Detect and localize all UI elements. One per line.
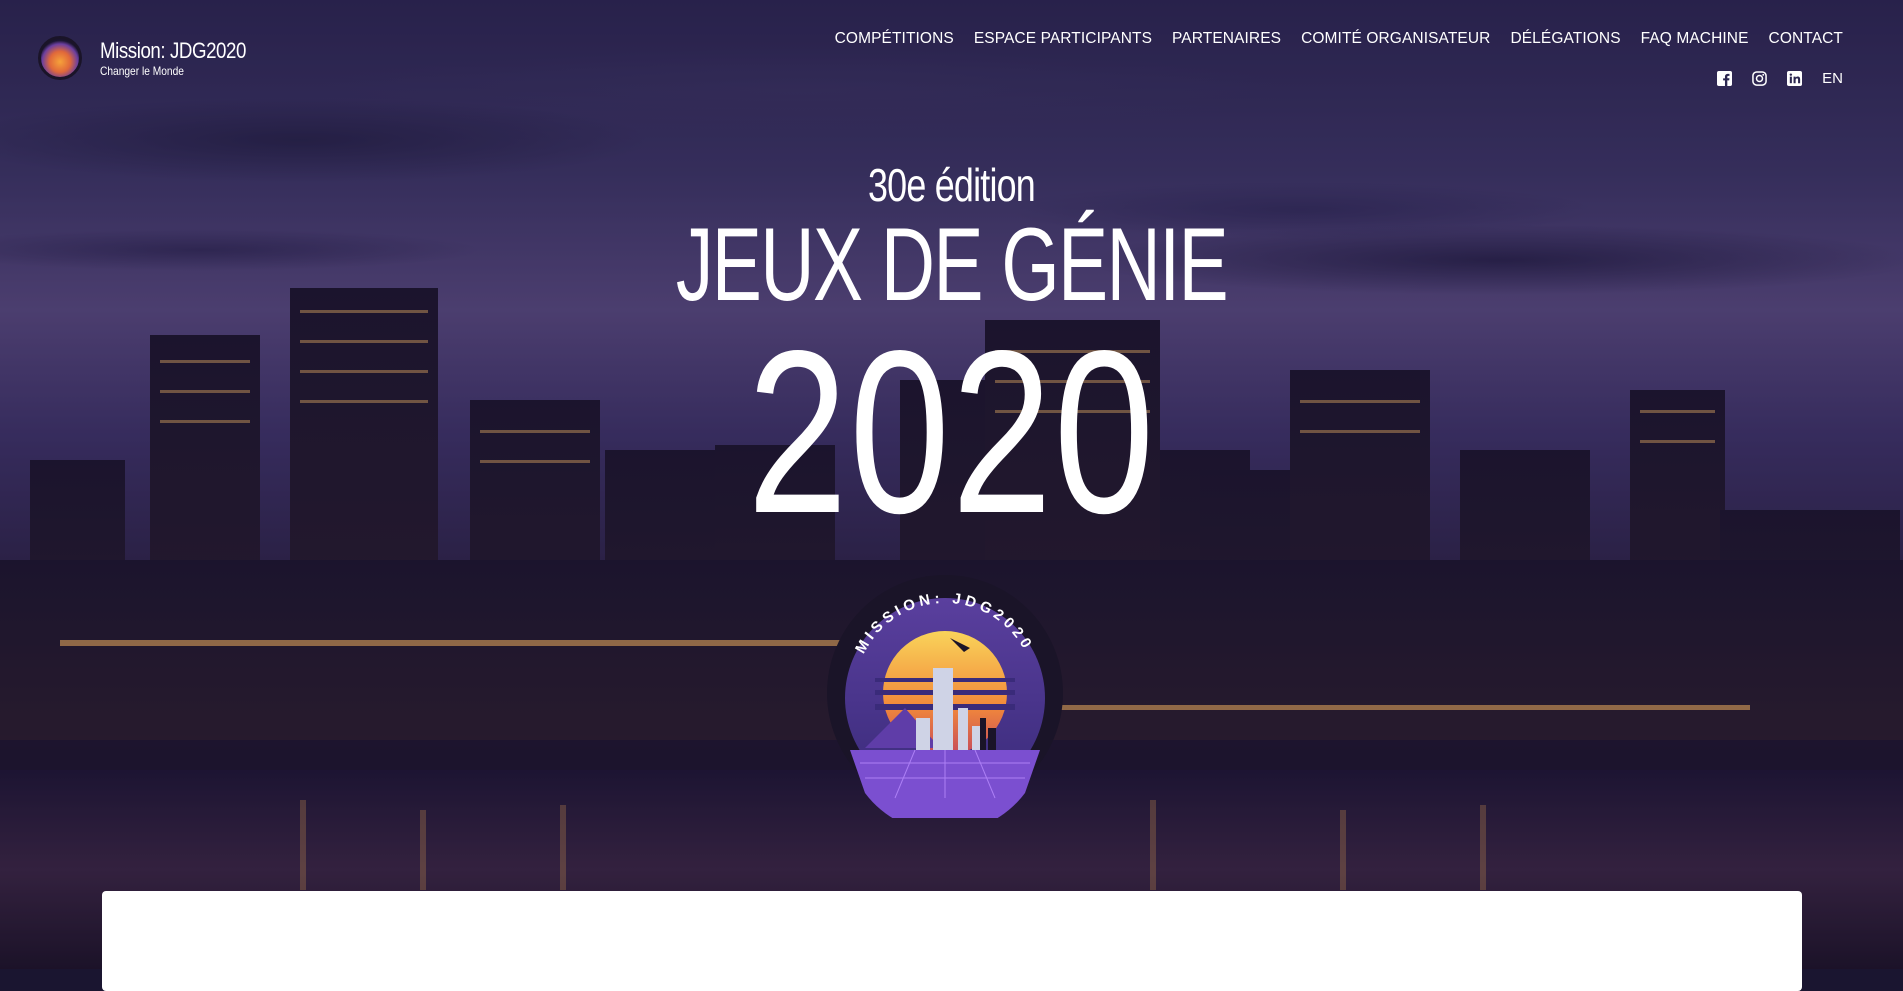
main-nav: COMPÉTITIONS ESPACE PARTICIPANTS PARTENA… bbox=[825, 30, 1843, 48]
instagram-icon[interactable] bbox=[1752, 71, 1767, 86]
brand[interactable]: Mission: JDG2020 Changer le Monde bbox=[38, 36, 272, 80]
nav-item-contact[interactable]: CONTACT bbox=[1759, 30, 1843, 48]
social-links: EN bbox=[1717, 70, 1843, 87]
mission-badge-logo: MISSION: JDG2020 bbox=[827, 575, 1063, 818]
language-switch[interactable]: EN bbox=[1822, 70, 1843, 87]
nav-item-espace-participants[interactable]: ESPACE PARTICIPANTS bbox=[964, 30, 1162, 48]
nav-item-comite-organisateur[interactable]: COMITÉ ORGANISATEUR bbox=[1291, 30, 1500, 48]
hero-edition: 30e édition bbox=[868, 159, 1036, 211]
nav-item-faq-machine[interactable]: FAQ MACHINE bbox=[1631, 30, 1759, 48]
nav-item-competitions[interactable]: COMPÉTITIONS bbox=[825, 30, 964, 48]
nav-item-partenaires[interactable]: PARTENAIRES bbox=[1162, 30, 1291, 48]
facebook-icon[interactable] bbox=[1717, 71, 1733, 86]
brand-logo[interactable] bbox=[38, 36, 82, 80]
hero-year: 2020 bbox=[747, 303, 1156, 562]
brand-text: Mission: JDG2020 Changer le Monde bbox=[100, 38, 272, 78]
brand-tagline: Changer le Monde bbox=[100, 64, 184, 78]
content-card bbox=[102, 891, 1802, 991]
nav-item-delegations[interactable]: DÉLÉGATIONS bbox=[1500, 30, 1630, 48]
linkedin-icon[interactable] bbox=[1787, 71, 1803, 86]
brand-title[interactable]: Mission: JDG2020 bbox=[100, 38, 246, 64]
